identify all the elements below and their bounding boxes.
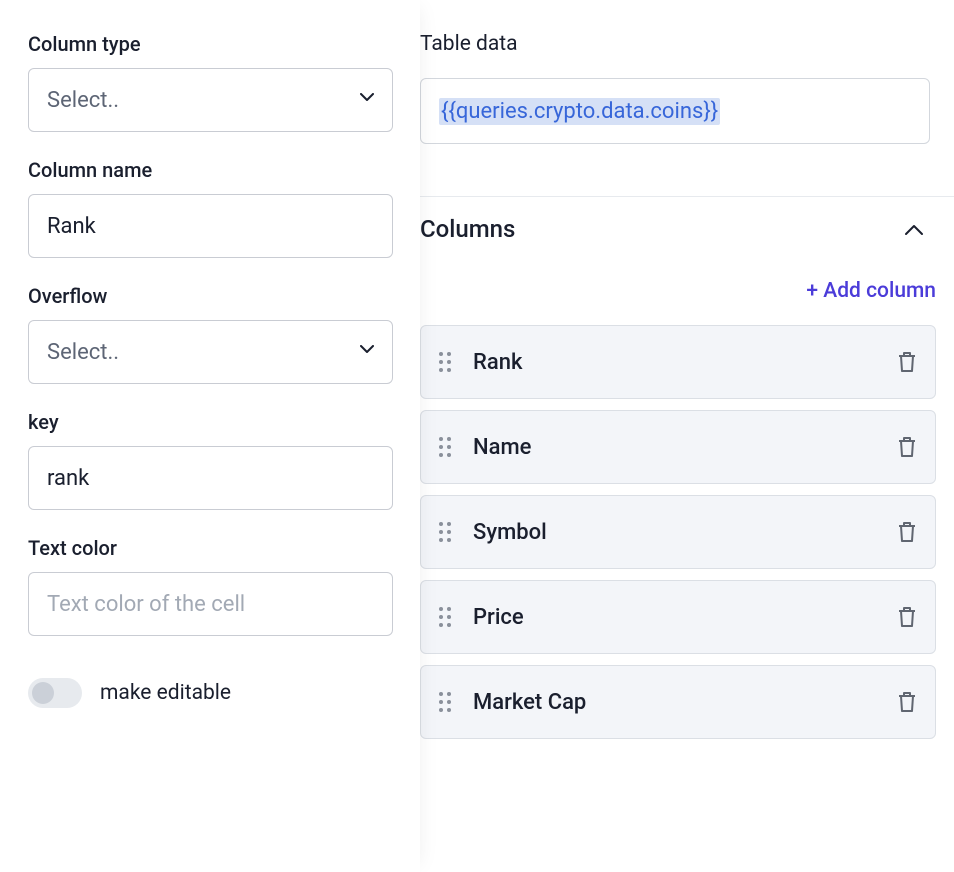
column-row-rank[interactable]: Rank <box>420 325 936 399</box>
text-color-label: Text color <box>28 536 392 560</box>
column-name-label: Column name <box>28 158 392 182</box>
column-name-input[interactable] <box>47 214 374 239</box>
left-panel: Column type Select.. Column name Overflo… <box>0 0 420 872</box>
text-color-input-wrapper <box>28 572 393 636</box>
column-row-label: Name <box>473 435 875 460</box>
make-editable-toggle[interactable] <box>28 678 82 708</box>
drag-handle-icon[interactable] <box>439 352 451 372</box>
column-type-select[interactable]: Select.. <box>28 68 393 132</box>
overflow-select[interactable]: Select.. <box>28 320 393 384</box>
columns-list: Rank Name Symbol Pri <box>420 325 954 739</box>
column-row-price[interactable]: Price <box>420 580 936 654</box>
add-column-button[interactable]: + Add column <box>806 279 936 303</box>
make-editable-row: make editable <box>28 678 392 708</box>
columns-section-title: Columns <box>420 215 515 243</box>
key-input-wrapper <box>28 446 393 510</box>
trash-icon[interactable] <box>897 605 917 629</box>
key-label: key <box>28 410 392 434</box>
column-type-placeholder: Select.. <box>47 88 119 113</box>
table-data-label: Table data <box>420 32 954 56</box>
drag-handle-icon[interactable] <box>439 522 451 542</box>
column-row-label: Price <box>473 605 875 630</box>
trash-icon[interactable] <box>897 435 917 459</box>
column-row-label: Symbol <box>473 520 875 545</box>
column-type-label: Column type <box>28 32 392 56</box>
trash-icon[interactable] <box>897 520 917 544</box>
chevron-up-icon <box>904 223 924 236</box>
column-row-label: Rank <box>473 350 875 375</box>
column-name-input-wrapper <box>28 194 393 258</box>
drag-handle-icon[interactable] <box>439 437 451 457</box>
columns-section-header[interactable]: Columns <box>420 196 954 261</box>
key-input[interactable] <box>47 466 374 491</box>
drag-handle-icon[interactable] <box>439 607 451 627</box>
overflow-label: Overflow <box>28 284 392 308</box>
trash-icon[interactable] <box>897 690 917 714</box>
table-data-input[interactable]: {{queries.crypto.data.coins}} <box>420 78 930 144</box>
table-data-binding: {{queries.crypto.data.coins}} <box>439 98 720 125</box>
text-color-field: Text color <box>28 536 392 636</box>
column-row-marketcap[interactable]: Market Cap <box>420 665 936 739</box>
overflow-field: Overflow Select.. <box>28 284 392 384</box>
overflow-placeholder: Select.. <box>47 340 119 365</box>
column-row-name[interactable]: Name <box>420 410 936 484</box>
text-color-input[interactable] <box>47 592 374 617</box>
right-inner: Table data {{queries.crypto.data.coins}}… <box>420 32 954 739</box>
add-column-row: + Add column <box>420 261 954 313</box>
drag-handle-icon[interactable] <box>439 692 451 712</box>
right-panel: Table data {{queries.crypto.data.coins}}… <box>420 0 954 872</box>
trash-icon[interactable] <box>897 350 917 374</box>
column-name-field: Column name <box>28 158 392 258</box>
toggle-knob <box>32 682 54 704</box>
key-field: key <box>28 410 392 510</box>
column-row-symbol[interactable]: Symbol <box>420 495 936 569</box>
chevron-down-icon <box>360 345 374 359</box>
make-editable-label: make editable <box>100 681 231 705</box>
column-row-label: Market Cap <box>473 690 875 715</box>
column-type-field: Column type Select.. <box>28 32 392 132</box>
chevron-down-icon <box>360 93 374 107</box>
